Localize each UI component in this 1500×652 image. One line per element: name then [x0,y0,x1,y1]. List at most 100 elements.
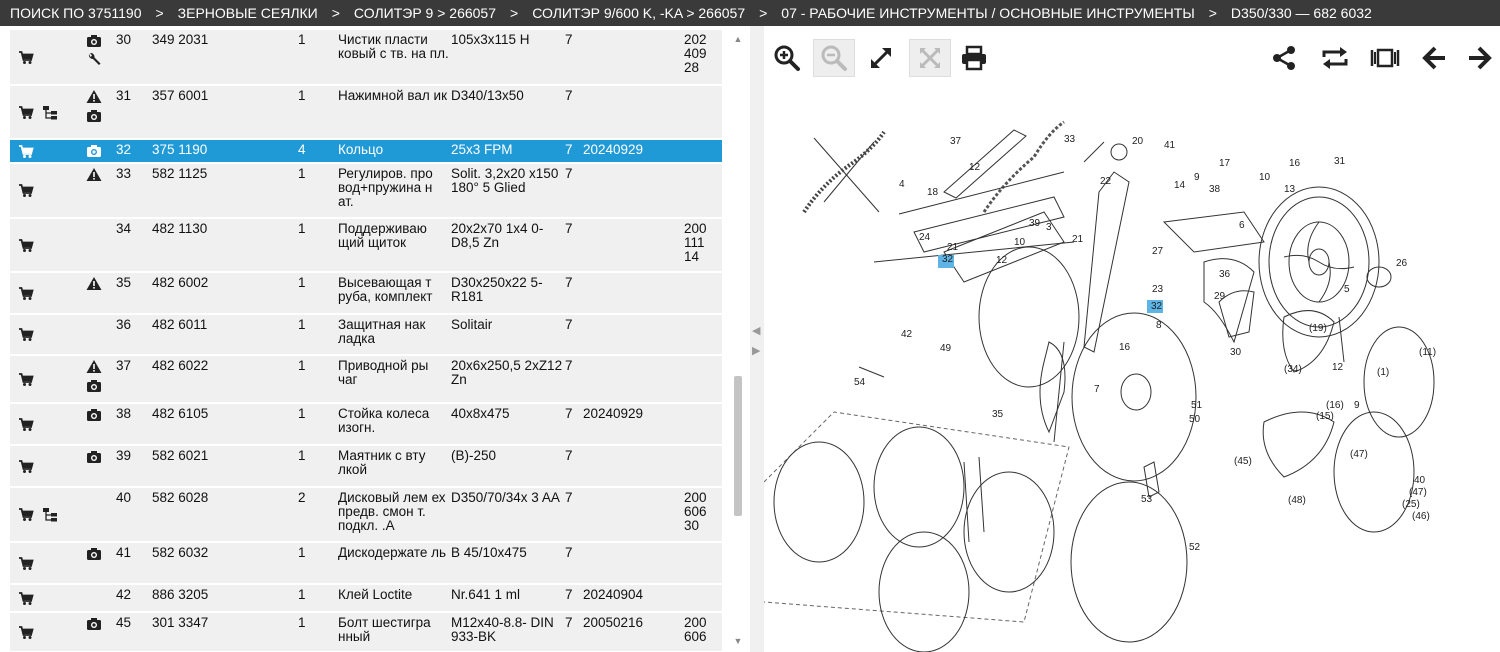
diagram-callout[interactable]: 37 [950,136,962,147]
cart-icon[interactable] [18,556,34,571]
add-to-cart-button[interactable] [18,50,34,68]
add-to-cart-button[interactable] [18,183,34,201]
show-structure-button[interactable] [42,105,58,123]
table-row[interactable]: 32 375 1190 4 Кольцо 25x3 FPM 7 20240929 [10,139,722,163]
cart-icon[interactable] [18,183,34,198]
diagram-callout[interactable]: 21 [1072,234,1084,245]
diagram-callout[interactable]: 10 [1014,237,1026,248]
diagram-callout[interactable]: 49 [940,343,952,354]
table-row[interactable]: 40 582 6028 2 Дисковый лем ех предв. смо… [10,487,722,542]
next-button[interactable] [1460,40,1500,76]
structure-tree-icon[interactable] [42,105,58,120]
diagram-callout[interactable]: 17 [1219,158,1231,169]
diagram-callout[interactable]: (46) [1412,511,1430,522]
diagram-callout[interactable]: (11) [1419,347,1436,358]
add-to-cart-button[interactable] [18,105,34,123]
add-to-cart-button[interactable] [18,459,34,477]
add-to-cart-button[interactable] [18,327,34,345]
diagram-callout[interactable]: (19) [1309,323,1327,334]
diagram-callout[interactable]: 29 [1214,291,1226,302]
exploded-parts-diagram[interactable]: 371233 20 41184 22 1493817101613312439 3 621 10… [764,102,1500,652]
breadcrumb-item[interactable]: ЗЕРНОВЫЕ СЕЯЛКИ [178,5,318,21]
diagram-callout[interactable]: (34) [1284,364,1302,375]
camera-icon[interactable] [86,378,102,393]
scroll-up-arrow[interactable]: ▲ [732,34,744,44]
add-to-cart-button[interactable] [18,507,34,525]
scroll-down-arrow[interactable]: ▼ [732,636,744,646]
fit-to-screen-button[interactable] [909,39,951,77]
camera-icon[interactable] [86,449,102,464]
panel-splitter[interactable]: ◀ ▶ [750,26,764,652]
diagram-callout[interactable]: 52 [1189,542,1201,553]
cart-icon[interactable] [18,144,34,159]
table-row[interactable]: 33 582 1125 1 Регулиров. про вод+пружина… [10,163,722,218]
diagram-callout[interactable]: 9 [1194,172,1200,183]
table-row[interactable]: 34 482 1130 1 Поддерживаю щий щиток 20x2… [10,218,722,272]
cart-icon[interactable] [18,286,34,301]
breadcrumb-item[interactable]: 07 - РАБОЧИЕ ИНСТРУМЕНТЫ / ОСНОВНЫЕ ИНСТ… [781,5,1194,21]
diagram-callout[interactable]: 16 [1119,342,1131,353]
diagram-callout[interactable]: (16) [1326,400,1344,411]
diagram-callout[interactable]: 30 [1230,347,1242,358]
breadcrumb-item[interactable]: СОЛИТЭР 9 > 266057 [354,5,496,21]
table-row[interactable]: 30 349 2031 1 Чистик пласти ковый с тв. … [10,30,722,85]
diagram-callout[interactable]: 53 [1141,494,1153,505]
add-to-cart-button[interactable] [18,417,34,435]
diagram-callout[interactable]: 22 [1100,176,1112,187]
diagram-callout[interactable]: 39 [1029,218,1041,229]
zoom-out-button[interactable] [813,39,855,77]
diagram-callout[interactable]: 32 [1151,301,1163,312]
diagram-callout[interactable]: 5 [1344,284,1350,295]
diagram-callout[interactable]: (48) [1288,495,1306,506]
diagram-callout[interactable]: 54 [854,377,866,388]
diagram-callout[interactable]: 6 [1239,220,1245,231]
cart-icon[interactable] [18,372,34,387]
diagram-callout[interactable]: 27 [1152,246,1164,257]
diagram-callout[interactable]: 20 [1132,136,1144,147]
cart-icon[interactable] [18,327,34,342]
diagram-callout[interactable]: (15) [1316,411,1334,422]
diagram-callout[interactable]: 16 [1289,158,1301,169]
add-to-cart-button[interactable] [18,238,34,256]
table-row[interactable]: 45 301 3347 1 Болт шестигра нный M12x40-… [10,612,722,652]
previous-button[interactable] [1414,40,1454,76]
table-row[interactable]: 31 357 6001 1 Нажимной вал ик D340/13x50… [10,85,722,139]
diagram-callout[interactable]: 32 [942,254,954,265]
cart-icon[interactable] [18,50,34,65]
diagram-callout[interactable]: 51 [1191,400,1203,411]
table-row[interactable]: 36 482 6011 1 Защитная нак ладка Solitai… [10,314,722,355]
diagram-callout[interactable]: 4 [899,179,905,190]
camera-icon[interactable] [86,616,102,631]
add-to-cart-button[interactable] [18,144,34,162]
split-view-button[interactable] [1365,40,1405,76]
diagram-callout[interactable]: 26 [1396,258,1408,269]
camera-icon[interactable] [86,143,102,158]
cart-icon[interactable] [18,507,34,522]
diagram-callout[interactable]: 12 [1332,362,1344,373]
diagram-callout[interactable]: 9 [1354,400,1360,411]
add-to-cart-button[interactable] [18,591,34,609]
diagram-callout[interactable]: (1) [1377,367,1389,378]
table-row[interactable]: 35 482 6002 1 Высевающая т руба, комплек… [10,272,722,314]
add-to-cart-button[interactable] [18,556,34,574]
diagram-callout[interactable]: 41 [1164,140,1176,151]
diagram-callout[interactable]: 21 [947,242,959,253]
diagram-callout[interactable]: 7 [1094,384,1100,395]
diagram-callout[interactable]: (47) [1409,487,1427,498]
cart-icon[interactable] [18,591,34,606]
camera-icon[interactable] [86,33,102,48]
cart-icon[interactable] [18,417,34,432]
diagram-callout[interactable]: 3 [1046,222,1052,233]
breadcrumb-item[interactable]: ПОИСК ПО 3751190 [10,5,141,21]
diagram-callout[interactable]: (25) [1402,499,1420,510]
diagram-callout[interactable]: 33 [1064,134,1076,145]
camera-icon[interactable] [86,546,102,561]
cart-icon[interactable] [18,238,34,253]
print-button[interactable] [954,40,994,76]
diagram-callout[interactable]: 12 [969,162,981,173]
camera-icon[interactable] [86,407,102,422]
table-row[interactable]: 37 482 6022 1 Приводной ры чаг 20x6x250,… [10,355,722,403]
camera-icon[interactable] [86,108,102,123]
breadcrumb-item[interactable]: СОЛИТЭР 9/600 K, -KA > 266057 [532,5,745,21]
show-structure-button[interactable] [42,508,58,525]
